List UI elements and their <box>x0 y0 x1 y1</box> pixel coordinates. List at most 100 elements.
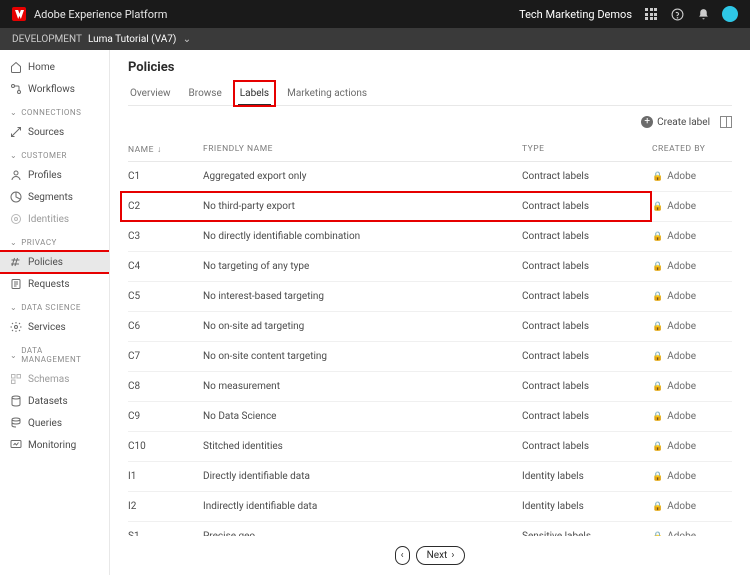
sidebar-item-sources[interactable]: Sources <box>0 121 109 143</box>
bell-icon[interactable] <box>696 7 710 21</box>
table-row[interactable]: C1 Aggregated export only Contract label… <box>128 162 732 192</box>
sidebar-item-datasets[interactable]: Datasets <box>0 390 109 412</box>
cell-friendly: No targeting of any type <box>203 261 522 272</box>
sources-icon <box>10 126 22 138</box>
sidebar-item-label: Schemas <box>28 374 69 385</box>
lock-icon: 🔒 <box>652 472 663 482</box>
cell-created-by: 🔒Adobe <box>652 201 732 212</box>
help-icon[interactable] <box>670 7 684 21</box>
sidebar-item-schemas[interactable]: Schemas <box>0 368 109 390</box>
cell-friendly: No Data Science <box>203 411 522 422</box>
lock-icon: 🔒 <box>652 322 663 332</box>
sidebar-section[interactable]: ⌄CONNECTIONS <box>0 100 109 121</box>
schemas-icon <box>10 373 22 385</box>
prev-button[interactable]: ‹ <box>395 546 410 565</box>
sidebar-item-segments[interactable]: Segments <box>0 186 109 208</box>
cell-type: Contract labels <box>522 201 652 212</box>
workflow-icon <box>10 83 22 95</box>
toolbar: + Create label <box>110 106 750 138</box>
monitoring-icon <box>10 439 22 451</box>
cell-type: Contract labels <box>522 261 652 272</box>
sidebar-item-label: Monitoring <box>28 440 76 451</box>
sidebar-item-label: Home <box>28 62 55 73</box>
col-friendly[interactable]: FRIENDLY NAME <box>203 144 522 155</box>
table-row[interactable]: C2 No third-party export Contract labels… <box>128 192 732 222</box>
columns-icon[interactable] <box>720 116 732 128</box>
lock-icon: 🔒 <box>652 352 663 362</box>
tab-overview[interactable]: Overview <box>128 83 173 105</box>
cell-type: Contract labels <box>522 321 652 332</box>
table-row[interactable]: I2 Indirectly identifiable data Identity… <box>128 492 732 522</box>
sidebar-item-home[interactable]: Home <box>0 56 109 78</box>
sidebar-item-label: Segments <box>28 192 73 203</box>
lock-icon: 🔒 <box>652 202 663 212</box>
sidebar-item-label: Policies <box>28 257 63 268</box>
cell-created-by: 🔒Adobe <box>652 171 732 182</box>
lock-icon: 🔒 <box>652 532 663 537</box>
tabs: Overview Browse Labels Marketing actions <box>128 83 732 106</box>
cell-friendly: Directly identifiable data <box>203 471 522 482</box>
page-title: Policies <box>128 60 732 75</box>
cell-type: Contract labels <box>522 291 652 302</box>
plus-icon: + <box>641 116 653 128</box>
cell-type: Contract labels <box>522 441 652 452</box>
cell-type: Contract labels <box>522 381 652 392</box>
sidebar-item-identities[interactable]: Identities <box>0 208 109 230</box>
cell-friendly: Indirectly identifiable data <box>203 501 522 512</box>
chevron-down-icon: ⌄ <box>10 151 17 160</box>
sidebar-item-monitoring[interactable]: Monitoring <box>0 434 109 456</box>
table-row[interactable]: C10 Stitched identities Contract labels … <box>128 432 732 462</box>
lock-icon: 🔒 <box>652 292 663 302</box>
sidebar-item-queries[interactable]: Queries <box>0 412 109 434</box>
sidebar-section[interactable]: ⌄DATA SCIENCE <box>0 295 109 316</box>
table-row[interactable]: C4 No targeting of any type Contract lab… <box>128 252 732 282</box>
lock-icon: 🔒 <box>652 412 663 422</box>
table-row[interactable]: I1 Directly identifiable data Identity l… <box>128 462 732 492</box>
cell-name: C7 <box>128 351 203 362</box>
cell-friendly: No measurement <box>203 381 522 392</box>
apps-icon[interactable] <box>644 7 658 21</box>
user-avatar[interactable] <box>722 6 738 22</box>
table-row[interactable]: C3 No directly identifiable combination … <box>128 222 732 252</box>
cell-friendly: No directly identifiable combination <box>203 231 522 242</box>
cell-name: S1 <box>128 531 203 536</box>
chevron-down-icon: ⌄ <box>10 238 17 247</box>
tab-marketing-actions[interactable]: Marketing actions <box>285 83 369 105</box>
sidebar-section[interactable]: ⌄DATA MANAGEMENT <box>0 338 109 368</box>
cell-created-by: 🔒Adobe <box>652 531 732 536</box>
table-row[interactable]: C6 No on-site ad targeting Contract labe… <box>128 312 732 342</box>
table-row[interactable]: C5 No interest-based targeting Contract … <box>128 282 732 312</box>
sidebar-item-workflows[interactable]: Workflows <box>0 78 109 100</box>
col-name[interactable]: NAME↓ <box>128 144 203 155</box>
cell-created-by: 🔒Adobe <box>652 471 732 482</box>
cell-created-by: 🔒Adobe <box>652 321 732 332</box>
project-selector[interactable]: Luma Tutorial (VA7) ⌄ <box>88 34 191 45</box>
identities-icon <box>10 213 22 225</box>
lock-icon: 🔒 <box>652 442 663 452</box>
tab-labels[interactable]: Labels <box>238 83 271 106</box>
create-label-button[interactable]: + Create label <box>641 116 710 128</box>
sidebar-item-services[interactable]: Services <box>0 316 109 338</box>
col-type[interactable]: TYPE <box>522 144 652 155</box>
policies-icon <box>10 256 22 268</box>
chevron-down-icon: ⌄ <box>180 34 191 45</box>
cell-created-by: 🔒Adobe <box>652 441 732 452</box>
sidebar-item-label: Requests <box>28 279 70 290</box>
sidebar-item-requests[interactable]: Requests <box>0 273 109 295</box>
main-content: Policies Overview Browse Labels Marketing a… <box>110 50 750 575</box>
tab-browse[interactable]: Browse <box>187 83 224 105</box>
table-row[interactable]: C7 No on-site content targeting Contract… <box>128 342 732 372</box>
sidebar-item-profiles[interactable]: Profiles <box>0 164 109 186</box>
table-row[interactable]: C9 No Data Science Contract labels 🔒Adob… <box>128 402 732 432</box>
next-button[interactable]: Next› <box>416 546 466 565</box>
env-bar: DEVELOPMENT Luma Tutorial (VA7) ⌄ <box>0 28 750 50</box>
col-created-by[interactable]: CREATED BY <box>652 144 732 155</box>
sidebar-item-policies[interactable]: Policies <box>0 251 109 273</box>
org-name[interactable]: Tech Marketing Demos <box>519 8 632 21</box>
table-row[interactable]: C8 No measurement Contract labels 🔒Adobe <box>128 372 732 402</box>
sidebar-section[interactable]: ⌄CUSTOMER <box>0 143 109 164</box>
table-row[interactable]: S1 Precise geo Sensitive labels 🔒Adobe <box>128 522 732 536</box>
sidebar-section[interactable]: ⌄PRIVACY <box>0 230 109 251</box>
chevron-down-icon: ⌄ <box>10 351 17 360</box>
pager: ‹ Next› <box>110 536 750 575</box>
